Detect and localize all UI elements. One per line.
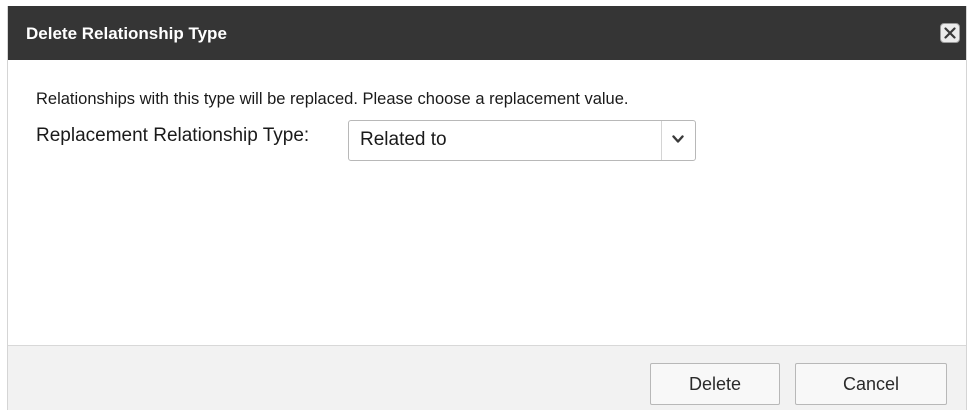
dialog-titlebar: Delete Relationship Type (8, 6, 966, 60)
replacement-type-select[interactable]: Related to (348, 120, 696, 161)
chevron-down-icon (672, 135, 684, 143)
close-button[interactable] (940, 23, 960, 43)
delete-button[interactable]: Delete (650, 363, 780, 405)
cancel-button[interactable]: Cancel (795, 363, 947, 405)
replacement-type-label: Replacement Relationship Type: (36, 125, 310, 146)
delete-relationship-type-dialog: Delete Relationship Type Relationships w… (7, 6, 967, 410)
instruction-text: Relationships with this type will be rep… (36, 90, 629, 108)
select-value: Related to (360, 129, 447, 150)
dialog-footer: Delete Cancel (8, 346, 966, 410)
close-icon (944, 27, 956, 39)
select-dropdown-toggle[interactable] (661, 121, 695, 160)
dialog-body: Relationships with this type will be rep… (8, 60, 966, 346)
dialog-title: Delete Relationship Type (26, 24, 227, 43)
